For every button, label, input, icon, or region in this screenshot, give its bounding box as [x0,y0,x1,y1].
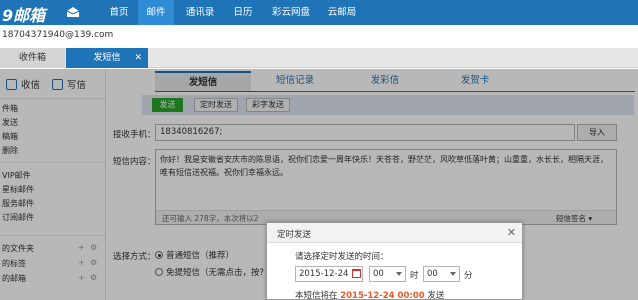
note-suffix: 发送 [427,291,445,300]
close-icon[interactable]: ✕ [507,226,516,239]
minute-value: 00 [427,269,438,279]
chevron-down-icon [450,272,456,276]
calendar-icon[interactable] [352,269,361,278]
note-prefix: 本短信将在 [295,291,338,300]
tab-send-sms-label: 发短信 [93,53,121,63]
top-nav-bar: 9邮箱 首页 邮件 通讯录 日历 彩云网盘 云邮局 [0,0,638,25]
close-tab-icon[interactable]: ✕ [134,48,142,68]
tab-inbox[interactable]: 收件箱 [0,48,65,68]
nav-cloud-drive[interactable]: 彩云网盘 [265,0,317,25]
date-input[interactable]: 2015-12-24 [295,266,363,282]
account-email: 18704371940@139.com [2,30,114,40]
mailbox-icon[interactable] [66,6,80,18]
nav-cloud-post[interactable]: 云邮局 [322,0,362,25]
mail-tab-row: 收件箱 发短信 ✕ [0,48,638,68]
date-value: 2015-12-24 [299,269,349,279]
dialog-header: 定时发送 ✕ [267,223,522,243]
hour-select[interactable]: 00 [369,266,406,282]
nav-home[interactable]: 首页 [100,0,138,25]
timed-send-dialog: 定时发送 ✕ 请选择定时发送的时间： 2015-12-24 00 时 00 分 … [266,222,523,300]
dialog-title: 定时发送 [277,230,312,240]
minute-select[interactable]: 00 [423,266,460,282]
nav-calendar[interactable]: 日历 [226,0,260,25]
minute-unit: 分 [464,271,473,281]
chevron-down-icon [396,272,402,276]
send-time-note: 本短信将在 2015-12-24 00:00 发送 [295,289,444,300]
nav-mail[interactable]: 邮件 [138,0,174,25]
nav-contacts[interactable]: 通讯录 [178,0,222,25]
hour-value: 00 [373,269,384,279]
note-time: 2015-12-24 00:00 [340,291,425,300]
tab-send-sms[interactable]: 发短信 ✕ [66,48,148,68]
mail-logo[interactable]: 9邮箱 [2,2,45,26]
hour-unit: 时 [410,271,419,281]
dialog-prompt: 请选择定时发送的时间： [295,252,389,262]
